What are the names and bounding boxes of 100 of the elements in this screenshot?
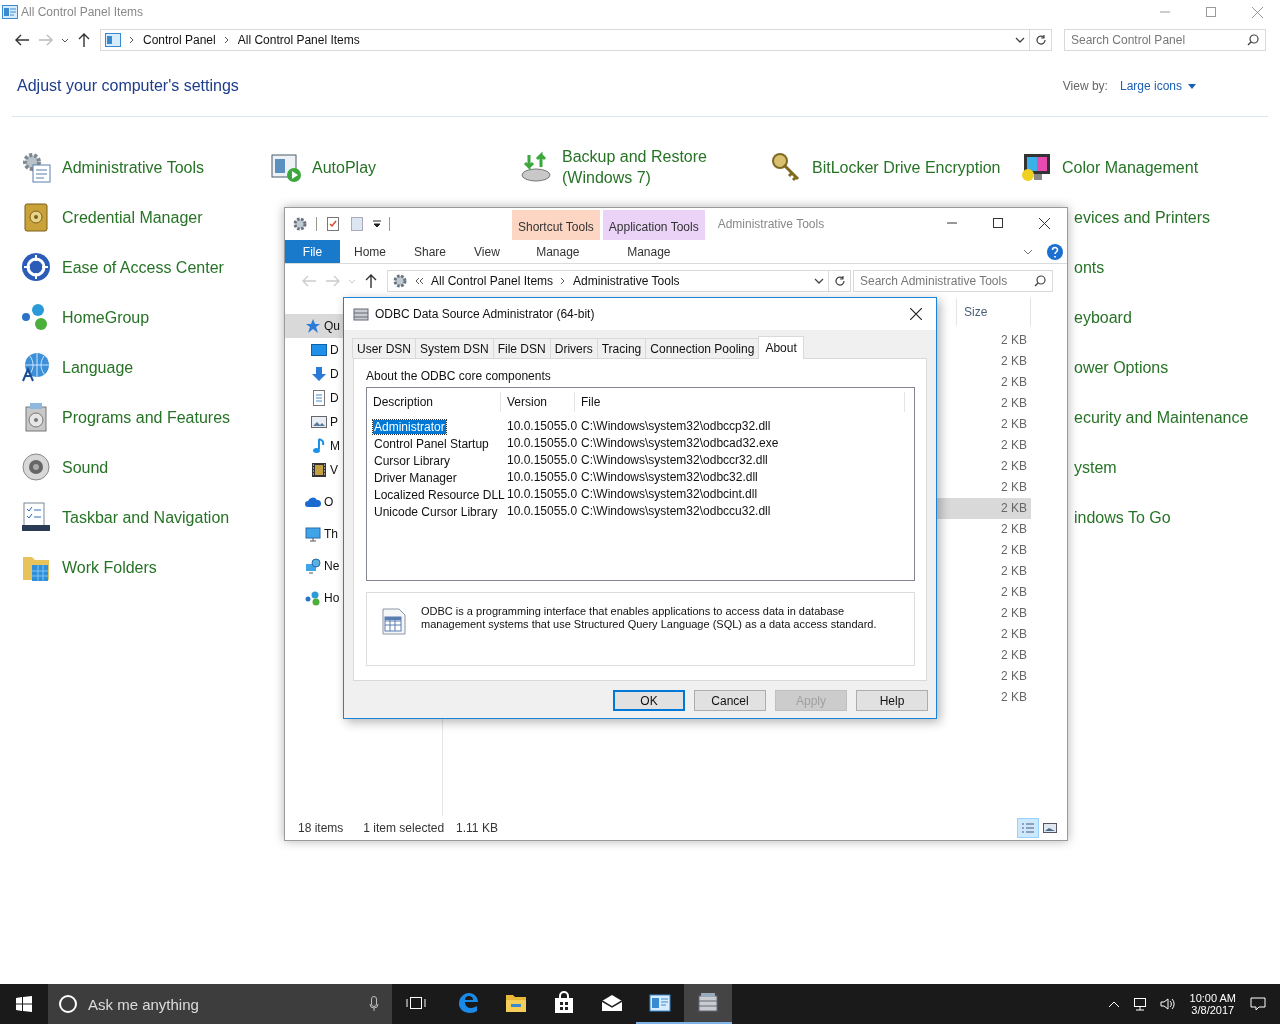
tab[interactable]: User DSN	[352, 338, 416, 358]
dialog-button[interactable]: Cancel	[694, 690, 766, 711]
nav-item[interactable]: V	[285, 458, 343, 482]
breadcrumb-item[interactable]: Administrative Tools	[573, 274, 680, 288]
address-bar[interactable]: All Control Panel Items Administrative Tools	[387, 270, 829, 292]
nav-item[interactable]: M	[285, 434, 343, 458]
control-panel-link[interactable]: Color Management	[1062, 156, 1199, 178]
control-panel-link[interactable]: eyboard	[1074, 306, 1132, 328]
nav-item[interactable]: Qu	[285, 314, 343, 338]
file-size: 2 KB	[1000, 605, 1028, 622]
nav-item[interactable]: P	[285, 410, 343, 434]
control-panel-link[interactable]: BitLocker Drive Encryption	[812, 156, 1001, 178]
dialog-button[interactable]: OK	[613, 690, 685, 711]
column-header[interactable]: Version	[501, 392, 575, 412]
tab[interactable]: About	[758, 336, 804, 359]
list-cell[interactable]: Driver Manager	[373, 470, 458, 485]
customize-toolbar-icon[interactable]	[373, 220, 381, 228]
refresh-icon	[833, 275, 846, 287]
column-header[interactable]: Size	[956, 298, 1031, 326]
file-size: 2 KB	[1000, 332, 1028, 349]
address-bar[interactable]: Control Panel All Control Panel Items	[100, 29, 1030, 51]
control-panel-link[interactable]: HomeGroup	[62, 306, 150, 328]
tab[interactable]: System DSN	[415, 338, 494, 358]
nav-item[interactable]: Ho	[285, 586, 343, 610]
nav-item[interactable]: D	[285, 338, 343, 362]
list-cell-text: C:\Windows\system32\odbc32.dll	[580, 469, 759, 484]
breadcrumb-item[interactable]: All Control Panel Items	[237, 33, 360, 47]
ribbon-tab[interactable]: Home	[340, 240, 400, 263]
nav-item[interactable]: Ne	[285, 554, 343, 578]
control-panel-link[interactable]: Credential Manager	[62, 206, 203, 228]
control-panel-link[interactable]: Sound	[62, 456, 109, 478]
search-field[interactable]: Search Control Panel	[1064, 29, 1266, 51]
control-panel-link[interactable]: AutoPlay	[312, 156, 377, 178]
gear-icon	[392, 273, 408, 289]
refresh-button[interactable]	[1030, 29, 1052, 51]
ribbon-tab[interactable]: Manage	[601, 240, 696, 263]
control-panel-link[interactable]: Programs and Features	[62, 406, 231, 428]
control-panel-link[interactable]: onts	[1074, 256, 1105, 278]
ribbon-tab[interactable]: View	[460, 240, 514, 263]
view-by-dropdown[interactable]: Large icons	[1119, 79, 1196, 93]
list-cell[interactable]: Localized Resource DLL	[373, 487, 506, 502]
control-panel-link[interactable]: Taskbar and Navigation	[62, 506, 230, 528]
monitor-icon	[305, 526, 321, 542]
windows-logo-icon	[16, 996, 32, 1012]
item-count: 18 items	[298, 821, 344, 835]
ribbon-tab[interactable]: Share	[400, 240, 461, 263]
dialog-button[interactable]: Help	[856, 690, 928, 711]
checklist-icon[interactable]	[325, 216, 341, 232]
control-panel-link[interactable]: Administrative Tools	[62, 156, 204, 178]
gear-icon[interactable]	[292, 216, 308, 232]
control-panel-link[interactable]: Work Folders	[62, 556, 157, 578]
speaker-icon[interactable]	[1159, 997, 1176, 1011]
back-arrow-icon	[15, 34, 29, 46]
breadcrumb-item[interactable]: All Control Panel Items	[431, 274, 554, 288]
clock[interactable]: 10:00 AM 3/8/2017	[1181, 984, 1244, 1024]
microphone-icon[interactable]	[369, 996, 379, 1012]
list-cell[interactable]: Unicode Cursor Library	[373, 504, 499, 519]
network-icon[interactable]	[1131, 997, 1148, 1011]
selection-size: 1.11 KB	[456, 821, 498, 835]
list-cell[interactable]: Control Panel Startup	[373, 436, 490, 451]
control-panel-link[interactable]: Language	[62, 356, 134, 378]
search-field[interactable]: Search Administrative Tools	[853, 270, 1053, 292]
nav-item[interactable]: Th	[285, 522, 343, 546]
notification-icon[interactable]	[1250, 996, 1266, 1012]
file-size: 2 KB	[1000, 563, 1028, 580]
nav-item[interactable]: D	[285, 386, 343, 410]
maximize-icon	[1206, 7, 1216, 17]
tab[interactable]: Connection Pooling	[645, 338, 760, 358]
chevron-icon	[223, 36, 230, 44]
control-panel-link[interactable]: ecurity and Maintenance	[1074, 406, 1249, 428]
column-header[interactable]: Description	[373, 392, 501, 412]
control-panel-link[interactable]: ystem	[1074, 456, 1117, 478]
help-icon[interactable]	[1047, 243, 1063, 260]
search-box[interactable]: Ask me anything	[48, 984, 392, 1024]
description-text: ODBC is a programming interface that enables applications to access data in database management systems that use Structured Query Language (SQL) as a data access standard.	[421, 605, 878, 631]
list-cell[interactable]: Administrator	[373, 419, 446, 434]
column-header[interactable]: File	[575, 392, 905, 412]
window-icon	[648, 991, 672, 1015]
expand-ribbon-icon[interactable]	[1023, 248, 1033, 255]
control-panel-link[interactable]: Ease of Access Center	[62, 256, 224, 278]
details-view-icon	[1021, 822, 1035, 834]
ribbon-tab[interactable]: Manage	[513, 240, 602, 263]
nav-item[interactable]: D	[285, 362, 343, 386]
tab[interactable]: Tracing	[596, 338, 647, 358]
control-panel-link[interactable]: indows To Go	[1074, 506, 1171, 528]
taskbar-app-button[interactable]	[684, 984, 732, 1024]
list-cell[interactable]: Cursor Library	[373, 453, 452, 468]
page-heading: Adjust your computer's settings	[17, 77, 239, 95]
refresh-button[interactable]	[829, 270, 851, 292]
control-panel-link[interactable]: Backup and Restore (Windows 7)	[562, 146, 752, 188]
window-icon	[105, 33, 121, 47]
breadcrumb-item[interactable]: Control Panel	[143, 33, 216, 47]
file-size: 2 KB	[1000, 542, 1028, 559]
control-panel-link[interactable]: ower Options	[1074, 356, 1169, 378]
file-tab[interactable]: File	[285, 240, 340, 263]
control-panel-link[interactable]: evices and Printers	[1074, 206, 1211, 228]
file-size: 2 KB	[1000, 416, 1028, 433]
nav-item[interactable]: O	[285, 490, 343, 514]
caret-up-icon[interactable]	[1107, 1000, 1120, 1008]
gear-document-icon	[20, 151, 52, 183]
